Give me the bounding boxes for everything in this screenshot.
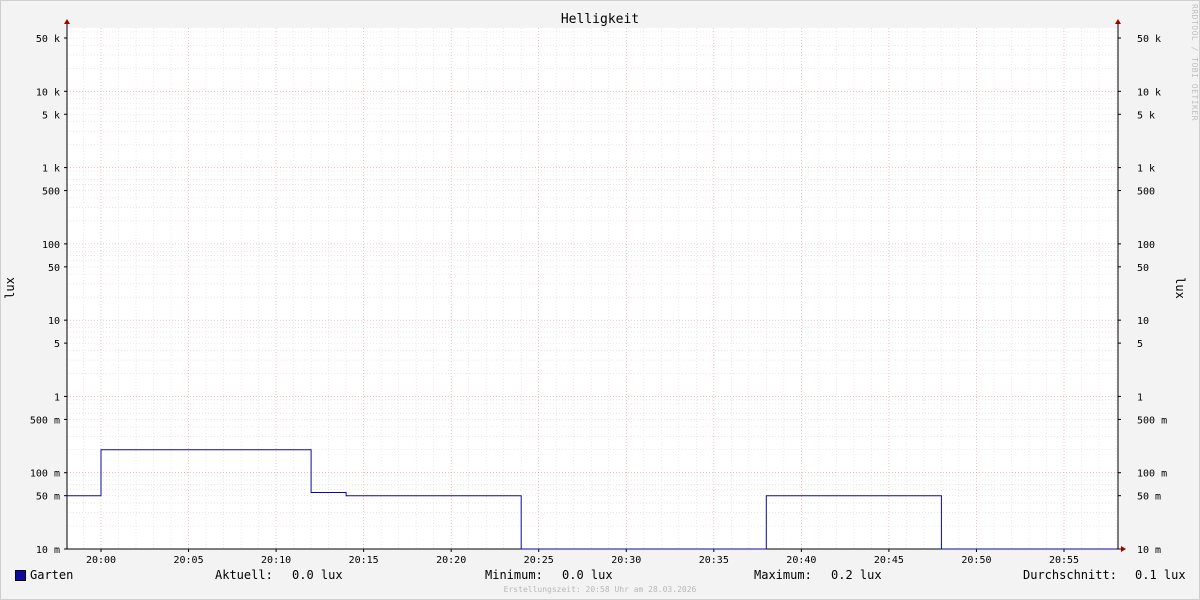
legend-max-value: 0.2 lux: [831, 568, 882, 582]
y-tick-label-left: 10 m: [36, 545, 60, 556]
y-tick-label-left: 500 m: [30, 415, 60, 426]
chart-title: Helligkeit: [561, 12, 639, 27]
watermark: RRDTOOL / TOBI OETIKER: [1190, 4, 1199, 121]
y-tick-label-left: 10 k: [36, 87, 60, 98]
x-tick-label: 20:00: [86, 555, 116, 566]
legend-avg-value: 0.1 lux: [1135, 568, 1186, 582]
legend-avg-label: Durchschnitt:: [1023, 568, 1117, 582]
y-axis-arrow-right: [1115, 19, 1121, 24]
y-tick-label-right: 5 k: [1137, 110, 1155, 121]
x-tick-label: 20:05: [173, 555, 203, 566]
legend-swatch-garten: [15, 570, 26, 581]
x-axis-arrow: [1121, 546, 1126, 552]
y-axis-arrow-left: [64, 19, 70, 24]
x-tick-label: 20:15: [349, 555, 379, 566]
y-tick-label-right: 50 m: [1137, 492, 1161, 503]
legend-current-label: Aktuell:: [215, 568, 273, 582]
x-tick-labels: 20:00 20:05 20:10 20:15 20:20 20:25 20:30 20:35…: [86, 555, 1079, 566]
x-tick-label: 20:50: [961, 555, 991, 566]
y-tick-label-left: 10: [48, 316, 60, 327]
y-tick-label-right: 1 k: [1137, 164, 1155, 175]
y-tick-label-right: 10 k: [1137, 87, 1161, 98]
x-tick-label: 20:55: [1049, 555, 1079, 566]
y-tick-label-left: 1: [54, 392, 60, 403]
legend-min-value: 0.0 lux: [562, 568, 613, 582]
y-tick-label-left: 50 m: [36, 492, 60, 503]
y-tick-label-right: 50 k: [1137, 34, 1161, 45]
y-tick-label-right: 500 m: [1137, 415, 1167, 426]
y-tick-label-right: 1: [1137, 392, 1143, 403]
y-axis-label-right: lux: [1173, 277, 1187, 299]
y-tick-label-left: 100: [42, 240, 60, 251]
legend-max-label: Maximum:: [754, 568, 812, 582]
y-axis-label-left: lux: [3, 277, 17, 299]
y-tick-label-right: 100 m: [1137, 469, 1167, 480]
x-tick-label: 20:45: [874, 555, 904, 566]
y-tick-label-right: 5: [1137, 339, 1143, 350]
y-tick-label-left: 1 k: [42, 164, 60, 175]
y-tick-label-left: 5 k: [42, 110, 60, 121]
y-tick-label-left: 50 k: [36, 34, 60, 45]
plot-area: [67, 28, 1118, 549]
x-tick-label: 20:25: [524, 555, 554, 566]
x-tick-label: 20:35: [699, 555, 729, 566]
legend-min-label: Minimum:: [485, 568, 543, 582]
x-tick-label: 20:20: [436, 555, 466, 566]
chart-canvas: 50 k 50 k 10 k 10 k 5 k 5 k 1 k 1 k 500 500 100 100…: [3, 12, 1187, 566]
y-tick-label-left: 50: [48, 263, 60, 274]
y-tick-label-right: 50: [1137, 263, 1149, 274]
x-tick-label: 20:10: [261, 555, 291, 566]
x-tick-label: 20:30: [611, 555, 641, 566]
y-tick-label-right: 100: [1137, 240, 1155, 251]
y-tick-label-left: 100 m: [30, 469, 60, 480]
y-tick-label-right: 10: [1137, 316, 1149, 327]
x-tick-label: 20:40: [786, 555, 816, 566]
y-tick-label-right: 500: [1137, 187, 1155, 198]
legend-series-name: Garten: [30, 568, 74, 582]
legend-current-value: 0.0 lux: [292, 568, 343, 582]
y-tick-label-right: 10 m: [1137, 545, 1161, 556]
y-tick-label-left: 5: [54, 339, 60, 350]
creation-time-note: Erstellungszeit: 20:58 Uhr am 28.03.2026: [503, 585, 697, 594]
y-tick-label-left: 500: [42, 187, 60, 198]
